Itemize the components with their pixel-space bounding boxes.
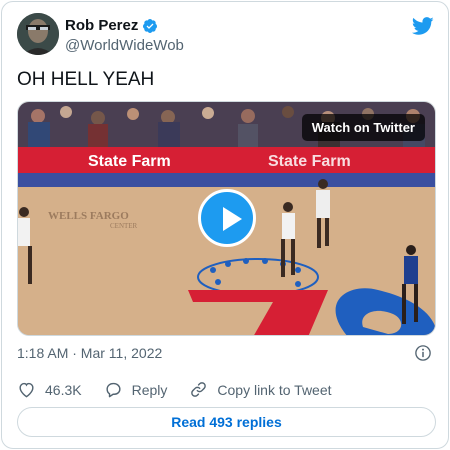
- reply-icon: [106, 382, 121, 398]
- reply-label: Reply: [131, 381, 168, 398]
- author-handle[interactable]: @WorldWideWob: [65, 37, 184, 54]
- court-sign-sub: CENTER: [110, 222, 138, 230]
- reply-button[interactable]: Reply: [104, 380, 168, 399]
- play-icon: [223, 207, 242, 231]
- avatar[interactable]: [17, 13, 59, 55]
- watch-on-twitter-button[interactable]: Watch on Twitter: [301, 114, 425, 141]
- link-icon: [191, 382, 207, 397]
- like-button[interactable]: 46.3K: [17, 380, 82, 399]
- verified-badge-icon: [143, 18, 158, 33]
- tweet-actions: 46.3K Reply Copy link to Tweet: [17, 380, 332, 399]
- play-button[interactable]: [198, 189, 256, 247]
- author-name-row: Rob Perez: [65, 17, 158, 34]
- copy-link-button[interactable]: Copy link to Tweet: [189, 380, 332, 399]
- banner-text-right: State Farm: [268, 153, 351, 170]
- tweet-timestamp[interactable]: 1:18 AM · Mar 11, 2022: [17, 345, 162, 361]
- info-icon[interactable]: [414, 344, 432, 362]
- copy-link-label: Copy link to Tweet: [217, 381, 332, 398]
- tweet-text: OH HELL YEAH: [17, 69, 155, 90]
- banner-text-left: State Farm: [88, 153, 171, 170]
- heart-icon: [19, 382, 34, 398]
- court-sign: WELLS FARGO: [48, 210, 129, 222]
- tweet-card: Rob Perez @WorldWideWob OH HELL YEAH Sta…: [1, 1, 449, 449]
- author-display-name[interactable]: Rob Perez: [65, 17, 138, 34]
- likes-count: 46.3K: [45, 381, 82, 398]
- avatar-image: [17, 13, 59, 55]
- read-replies-button[interactable]: Read 493 replies: [17, 407, 436, 437]
- twitter-logo-icon[interactable]: [412, 15, 434, 37]
